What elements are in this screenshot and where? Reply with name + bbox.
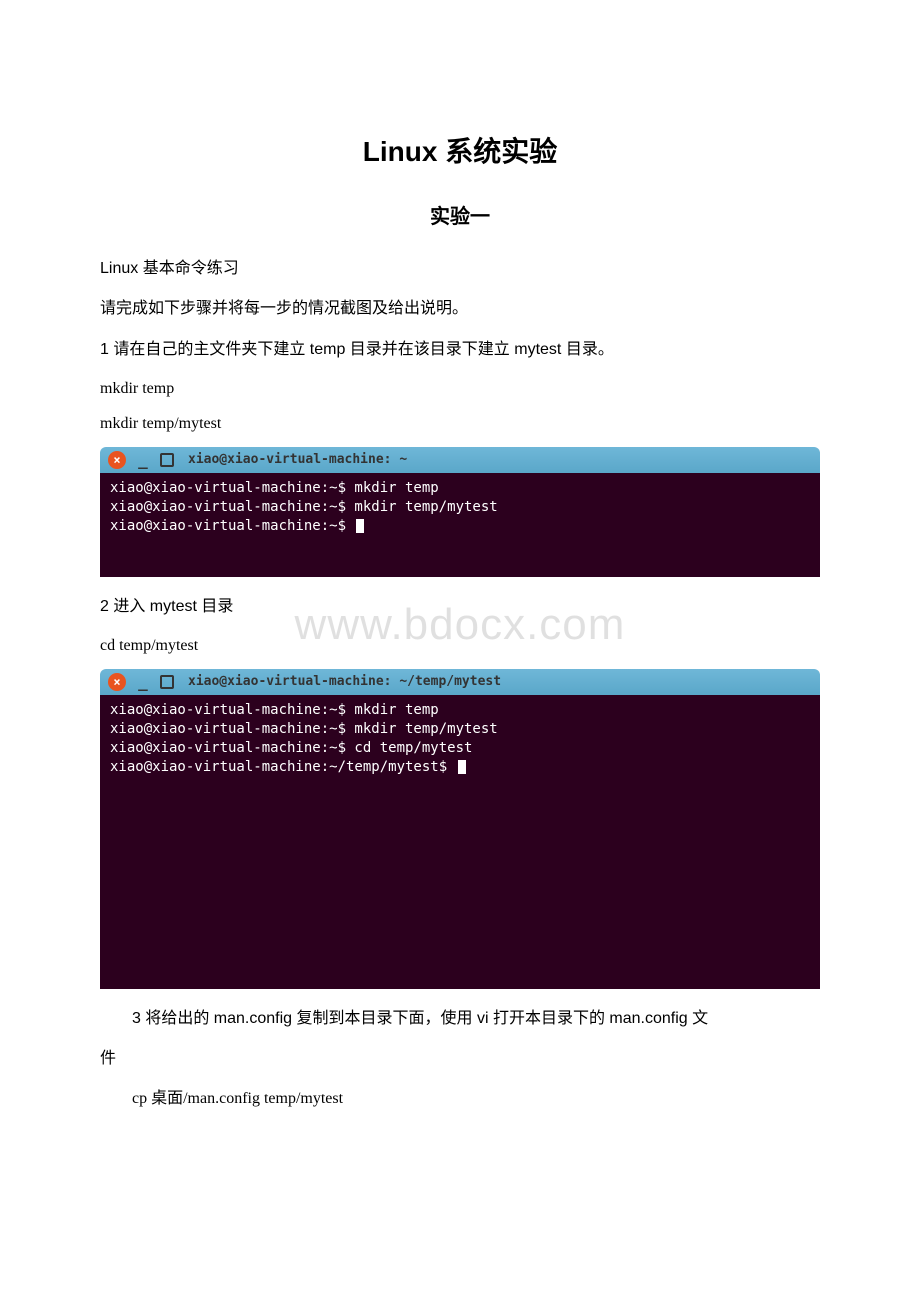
intro-line-2: 请完成如下步骤并将每一步的情况截图及给出说明。 [100,294,820,324]
terminal-line: xiao@xiao-virtual-machine:~$ mkdir temp [110,701,810,720]
maximize-icon[interactable] [160,453,174,467]
step-2-text: 2 进入 mytest 目录 [100,592,820,622]
terminal-line: xiao@xiao-virtual-machine:~/temp/mytest$ [110,758,810,777]
command-mkdir-mytest: mkdir temp/mytest [100,410,820,439]
page-title: Linux 系统实验 [100,130,820,170]
close-icon[interactable]: × [108,451,126,469]
minimize-icon[interactable]: _ [134,673,152,691]
terminal-line: xiao@xiao-virtual-machine:~$ [110,517,810,536]
terminal-screenshot-1: × _ xiao@xiao-virtual-machine: ~ xiao@xi… [100,447,820,577]
terminal-line: xiao@xiao-virtual-machine:~$ mkdir temp [110,479,810,498]
terminal-output: xiao@xiao-virtual-machine:~$ mkdir temp … [100,695,820,989]
cursor-icon [356,519,364,533]
terminal-title: xiao@xiao-virtual-machine: ~/temp/mytest [188,674,501,689]
terminal-titlebar: × _ xiao@xiao-virtual-machine: ~ [100,447,820,473]
step-3-text-line1: 3 将给出的 man.config 复制到本目录下面，使用 vi 打开本目录下的… [100,1004,820,1034]
terminal-line: xiao@xiao-virtual-machine:~$ mkdir temp/… [110,498,810,517]
command-cp: cp 桌面/man.config temp/mytest [100,1085,820,1114]
terminal-titlebar: × _ xiao@xiao-virtual-machine: ~/temp/my… [100,669,820,695]
maximize-icon[interactable] [160,675,174,689]
terminal-line: xiao@xiao-virtual-machine:~$ mkdir temp/… [110,720,810,739]
minimize-icon[interactable]: _ [134,451,152,469]
close-icon[interactable]: × [108,673,126,691]
terminal-output: xiao@xiao-virtual-machine:~$ mkdir temp … [100,473,820,577]
command-mkdir-temp: mkdir temp [100,375,820,404]
experiment-subtitle: 实验一 [100,200,820,229]
intro-line-1: Linux 基本命令练习 [100,254,820,284]
terminal-screenshot-2: × _ xiao@xiao-virtual-machine: ~/temp/my… [100,669,820,989]
cursor-icon [458,760,466,774]
terminal-title: xiao@xiao-virtual-machine: ~ [188,452,407,467]
step-1-text: 1 请在自己的主文件夹下建立 temp 目录并在该目录下建立 mytest 目录… [100,335,820,365]
terminal-line: xiao@xiao-virtual-machine:~$ cd temp/myt… [110,739,810,758]
step-3-text-line2: 件 [100,1044,820,1074]
command-cd: cd temp/mytest [100,632,820,661]
